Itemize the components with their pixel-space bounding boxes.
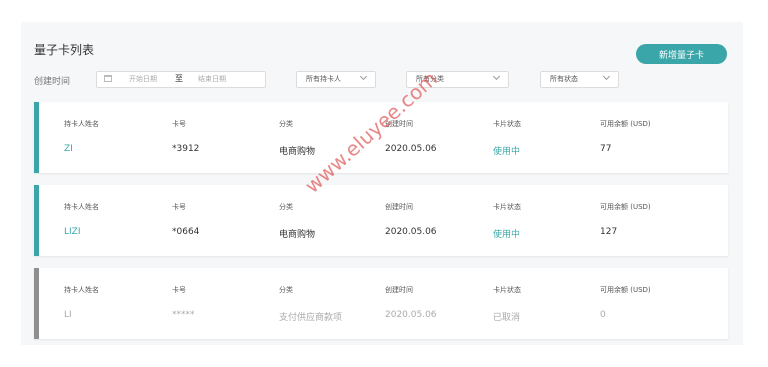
column-header: 分类 [279,203,293,211]
column-header: 卡片状态 [493,286,521,294]
column-header: 持卡人姓名 [64,286,99,294]
column-header: 可用余额 (USD) [600,286,651,294]
status-select-value: 所有状态 [550,75,578,83]
card-created: 2020.05.06 [385,227,437,237]
date-end-input[interactable]: 结束日期 [198,74,226,84]
card-holder[interactable]: LIZI [64,227,81,237]
card-row[interactable]: 持卡人姓名 LI 卡号 ***** 分类支付供应商款项 创建时间 2020.05.06 卡片状… [34,268,728,339]
date-separator: 至 [175,74,183,83]
card-row[interactable]: 持卡人姓名 LIZI 卡号 *0664 分类电商购物 创建时间 2020.05.06 卡片状态… [34,185,728,256]
page-title: 量子卡列表 [34,43,95,57]
card-category: 电商购物 [279,147,316,157]
column-header: 持卡人姓名 [64,120,99,128]
status-select[interactable]: 所有状态 [540,71,619,88]
column-header: 卡号 [172,203,186,211]
column-header: 可用余额 (USD) [600,120,651,128]
column-header: 分类 [279,120,293,128]
column-header: 卡片状态 [493,203,521,211]
column-header: 卡号 [172,120,186,128]
card-balance: 0 [600,310,606,320]
chevron-down-icon [602,72,611,81]
holder-select[interactable]: 所有持卡人 [296,71,376,88]
card-status: 使用中 [493,230,521,240]
card-status-bar [34,268,39,339]
card-card-no: *3912 [172,144,200,154]
chevron-down-icon [359,72,368,81]
column-header: 创建时间 [385,286,413,294]
chevron-down-icon [492,72,501,81]
card-status: 已取消 [493,313,521,323]
column-header: 卡片状态 [493,120,521,128]
column-header: 可用余额 (USD) [600,203,651,211]
column-header: 持卡人姓名 [64,203,99,211]
date-filter-label: 创建时间 [34,77,71,87]
calendar-icon [104,75,112,82]
card-status-bar [34,185,39,256]
card-status: 使用中 [493,147,521,157]
card-balance: 127 [600,227,618,237]
card-category: 电商购物 [279,230,316,240]
holder-select-value: 所有持卡人 [306,75,341,83]
column-header: 分类 [279,286,293,294]
new-card-button[interactable]: 新增量子卡 [636,44,727,64]
card-holder[interactable]: LI [64,310,72,320]
card-category: 支付供应商款项 [279,313,343,323]
card-balance: 77 [600,144,612,154]
date-range-picker[interactable]: 开始日期 至 结束日期 [96,71,266,88]
card-created: 2020.05.06 [385,310,437,320]
card-card-no: *0664 [172,227,200,237]
card-card-no: ***** [172,310,195,320]
column-header: 创建时间 [385,203,413,211]
card-created: 2020.05.06 [385,144,437,154]
column-header: 卡号 [172,286,186,294]
card-status-bar [34,102,39,173]
date-start-input[interactable]: 开始日期 [129,74,157,84]
card-holder[interactable]: ZI [64,144,73,154]
